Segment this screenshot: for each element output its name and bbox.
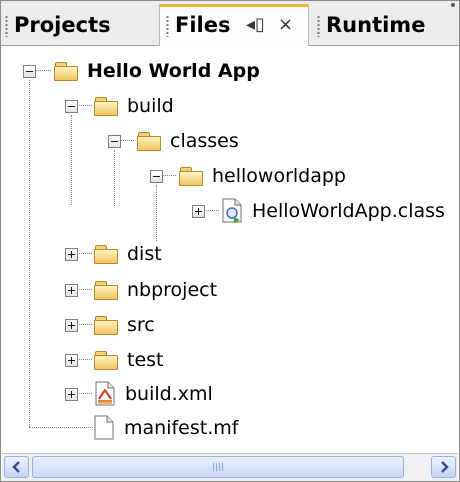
java-class-icon	[222, 198, 242, 223]
horizontal-scrollbar[interactable]	[2, 453, 458, 481]
tab-files[interactable]: Files ◂▯ ×	[159, 4, 309, 46]
scrollbar-thumb[interactable]	[32, 456, 404, 478]
tab-projects-label: Projects	[14, 13, 111, 37]
tree-connector	[29, 427, 93, 428]
folder-icon	[94, 350, 118, 370]
expand-icon[interactable]	[65, 283, 78, 297]
tree-item-label: nbproject	[127, 279, 218, 301]
collapse-icon[interactable]	[65, 99, 78, 113]
tree-item-label: HelloWorldApp.class	[252, 200, 445, 222]
tab-menu-icon[interactable]: ◂▯	[246, 7, 265, 43]
tab-strip: Projects Files ◂▯ × Runtime	[1, 1, 459, 46]
drag-grip-icon[interactable]	[166, 15, 169, 37]
folder-icon	[94, 244, 118, 264]
tree-item-label: build	[127, 95, 174, 117]
tab-projects[interactable]: Projects	[5, 7, 157, 43]
tree-item-helloworldapp-class[interactable]: HelloWorldApp.class	[192, 195, 445, 227]
tree-connector	[71, 115, 72, 205]
folder-icon	[179, 166, 203, 186]
tree-item-label: manifest.mf	[124, 417, 239, 439]
tree-item-label: src	[127, 314, 155, 336]
tree-item-label: dist	[127, 243, 162, 265]
collapse-icon[interactable]	[150, 169, 163, 183]
tab-runtime[interactable]: Runtime	[313, 3, 459, 43]
tree-item-build-xml[interactable]: build.xml	[65, 378, 213, 410]
folder-icon	[94, 96, 118, 116]
file-tree: Hello World App build classes helloworld…	[1, 46, 459, 451]
close-icon[interactable]: ×	[278, 7, 293, 43]
tree-item-label: Hello World App	[87, 60, 260, 82]
arrow-right-icon	[440, 461, 449, 473]
collapse-icon[interactable]	[108, 134, 121, 148]
window-menu-dot-icon	[451, 3, 455, 7]
folder-icon	[94, 280, 118, 300]
file-icon	[94, 415, 114, 440]
expand-icon[interactable]	[65, 353, 78, 367]
tree-item-label: test	[127, 349, 164, 371]
tab-files-label: Files	[175, 13, 231, 37]
tree-connector	[29, 80, 30, 427]
tree-item-build[interactable]: build	[65, 90, 174, 122]
tab-runtime-label: Runtime	[326, 13, 426, 37]
drag-grip-icon[interactable]	[5, 15, 8, 37]
files-window: Projects Files ◂▯ × Runtime Hello World …	[0, 0, 460, 482]
drag-grip-icon[interactable]	[317, 15, 320, 37]
scrollbar-grip-icon	[213, 463, 223, 471]
tree-item-root[interactable]: Hello World App	[23, 55, 260, 87]
ant-xml-icon	[95, 381, 115, 406]
tree-item-nbproject[interactable]: nbproject	[65, 274, 217, 306]
tree-item-label: classes	[170, 130, 239, 152]
scroll-left-button[interactable]	[4, 456, 29, 478]
tree-item-classes[interactable]: classes	[108, 125, 239, 157]
expand-icon[interactable]	[65, 247, 78, 261]
expand-icon[interactable]	[192, 204, 205, 218]
collapse-icon[interactable]	[23, 64, 36, 78]
tree-connector	[114, 150, 115, 206]
tree-item-dist[interactable]: dist	[65, 238, 162, 270]
tree-item-helloworldapp[interactable]: helloworldapp	[150, 160, 346, 192]
arrow-left-icon	[11, 461, 20, 473]
tree-item-manifest[interactable]: manifest.mf	[93, 412, 238, 444]
tree-item-test[interactable]: test	[65, 344, 164, 376]
folder-icon	[137, 131, 161, 151]
tree-item-label: build.xml	[125, 383, 213, 405]
tree-item-src[interactable]: src	[65, 309, 155, 341]
folder-icon	[54, 61, 78, 81]
tree-connector	[156, 185, 157, 241]
tree-item-label: helloworldapp	[212, 165, 346, 187]
folder-icon	[94, 315, 118, 335]
expand-icon[interactable]	[65, 318, 78, 332]
scroll-right-button[interactable]	[431, 456, 456, 478]
expand-icon[interactable]	[65, 387, 78, 401]
